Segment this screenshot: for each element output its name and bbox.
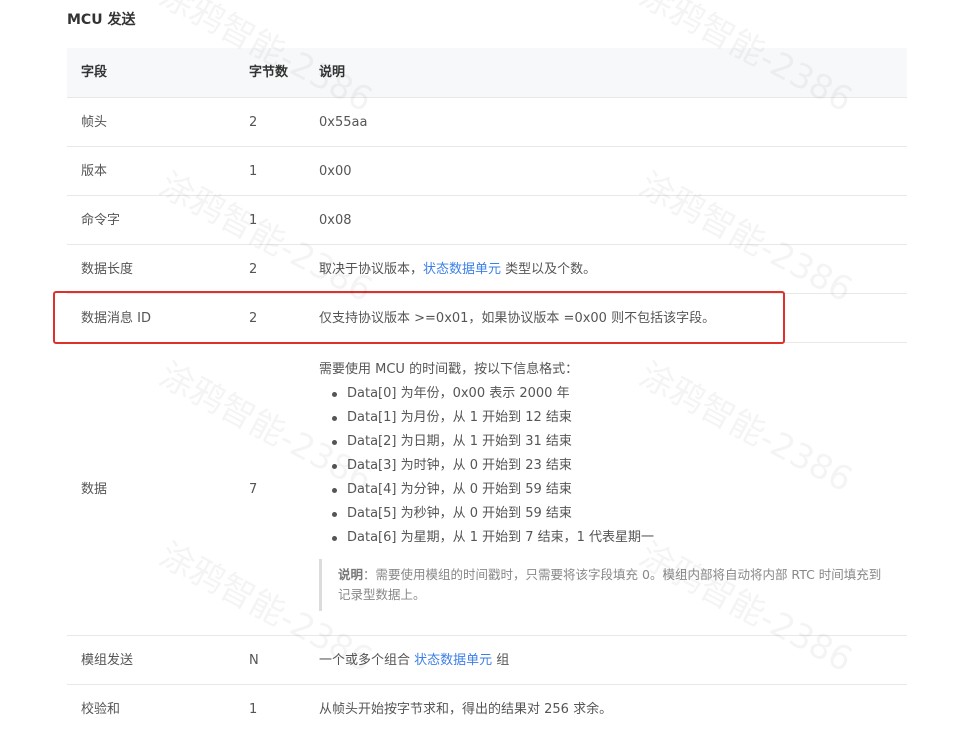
list-item: Data[3] 为时钟，从 0 开始到 23 结束 [332,454,899,478]
table-row: 校验和 1 从帧头开始按字节求和，得出的结果对 256 求余。 [67,685,907,731]
protocol-table: 字段 字节数 说明 帧头 2 0x55aa 版本 1 0x00 命令字 1 0x… [67,48,907,731]
table-row-message-id: 数据消息 ID 2 仅支持协议版本 >=0x01，如果协议版本 =0x00 则不… [67,294,907,343]
row-desc: 0x00 [319,164,352,179]
row-bytes: N [249,653,259,668]
row-bytes: 2 [249,115,258,130]
row-field: 帧头 [81,115,108,130]
row-bytes: 2 [249,311,258,326]
header-bytes: 字节数 [249,65,289,80]
note-block: 说明：需要使用模组的时间戳时，只需要将该字段填充 0。模组内部将自动将内部 RT… [319,559,893,611]
row-bytes: 1 [249,213,258,228]
row-desc: 一个或多个组合 状态数据单元 组 [319,636,509,685]
row-bytes: 1 [249,702,258,717]
row-bytes: 1 [249,164,258,179]
table-row: 命令字 1 0x08 [67,196,907,245]
list-item: Data[5] 为秒钟，从 0 开始到 59 结束 [332,502,899,526]
row-desc: 需要使用 MCU 的时间戳，按以下信息格式： Data[0] 为年份，0x00 … [319,358,899,611]
list-item: Data[2] 为日期，从 1 开始到 31 结束 [332,430,899,454]
section-title: MCU 发送 [67,12,136,28]
status-data-unit-link[interactable]: 状态数据单元 [414,653,492,668]
row-field: 数据消息 ID [81,311,151,326]
note-label: 说明 [338,567,364,582]
row-field: 版本 [81,164,108,179]
table-row-data: 数据 7 需要使用 MCU 的时间戳，按以下信息格式： Data[0] 为年份，… [67,343,907,636]
table-row: 帧头 2 0x55aa [67,98,907,147]
data-bullet-list: Data[0] 为年份，0x00 表示 2000 年 Data[1] 为月份，从… [319,382,899,550]
row-desc: 0x55aa [319,115,368,130]
table-row: 版本 1 0x00 [67,147,907,196]
row-bytes: 2 [249,262,258,277]
table-header-row: 字段 字节数 说明 [67,48,907,98]
list-item: Data[1] 为月份，从 1 开始到 12 结束 [332,406,899,430]
row-desc: 0x08 [319,213,352,228]
doc-page: MCU 发送 字段 字节数 说明 帧头 2 0x55aa 版本 1 0x00 命… [0,0,957,731]
row-bytes: 7 [249,482,258,497]
data-intro: 需要使用 MCU 的时间戳，按以下信息格式： [319,362,579,377]
list-item: Data[6] 为星期，从 1 开始到 7 结束，1 代表星期一 [332,526,899,550]
table-row: 数据长度 2 取决于协议版本，状态数据单元 类型以及个数。 [67,245,907,294]
row-desc: 从帧头开始按字节求和，得出的结果对 256 求余。 [319,702,613,717]
row-desc: 仅支持协议版本 >=0x01，如果协议版本 =0x00 则不包括该字段。 [319,311,716,326]
row-field: 命令字 [81,213,121,228]
status-data-unit-link[interactable]: 状态数据单元 [423,262,501,277]
row-field: 校验和 [81,702,121,717]
header-field: 字段 [81,65,108,80]
desc-prefix: 一个或多个组合 [319,653,415,668]
desc-prefix: 取决于协议版本， [319,262,424,277]
row-field: 数据长度 [81,262,134,277]
row-desc: 取决于协议版本，状态数据单元 类型以及个数。 [319,245,596,294]
table-row: 模组发送 N 一个或多个组合 状态数据单元 组 [67,636,907,685]
desc-suffix: 类型以及个数。 [501,262,597,277]
list-item: Data[0] 为年份，0x00 表示 2000 年 [332,382,899,406]
list-item: Data[4] 为分钟，从 0 开始到 59 结束 [332,478,899,502]
row-field: 模组发送 [81,653,134,668]
desc-suffix: 组 [492,653,510,668]
row-field: 数据 [81,482,108,497]
header-desc: 说明 [319,65,346,80]
note-text: ：需要使用模组的时间戳时，只需要将该字段填充 0。模组内部将自动将内部 RTC … [338,567,882,602]
